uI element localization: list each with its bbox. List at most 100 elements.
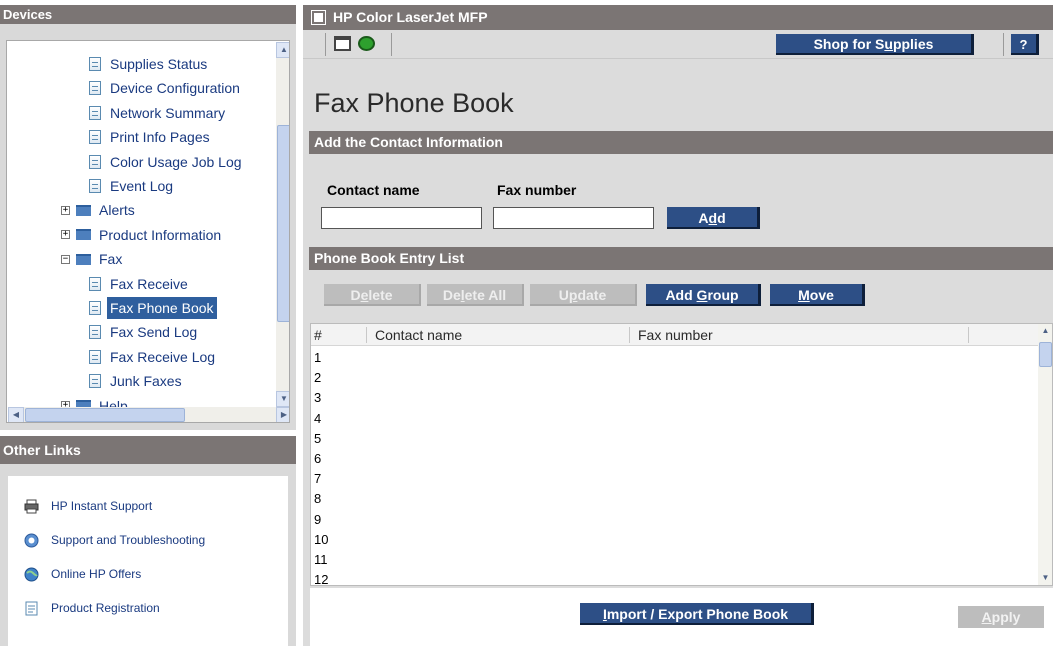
link-product-registration[interactable]: Product Registration bbox=[24, 598, 160, 618]
fax-number-input[interactable] bbox=[493, 207, 654, 229]
scroll-left-arrow-icon[interactable]: ◀ bbox=[8, 407, 24, 422]
list-row-number[interactable]: 7 bbox=[314, 471, 321, 487]
collapse-icon[interactable]: − bbox=[61, 254, 70, 264]
tree-item[interactable]: + Product Information bbox=[61, 224, 224, 246]
tree-item[interactable]: − Fax bbox=[61, 248, 125, 270]
globe-icon bbox=[24, 567, 39, 581]
other-links-title: Other Links bbox=[0, 436, 296, 464]
tree-hscroll-thumb[interactable] bbox=[25, 408, 185, 422]
support-globe-icon bbox=[24, 533, 39, 547]
tree-item[interactable]: Fax Receive Log bbox=[89, 346, 218, 368]
printer-icon bbox=[24, 499, 39, 513]
tree-item[interactable]: Event Log bbox=[89, 175, 176, 197]
tree-item-label: Supplies Status bbox=[110, 56, 208, 72]
list-scroll-thumb[interactable] bbox=[1039, 342, 1052, 367]
button-label-accel: u bbox=[884, 36, 893, 52]
list-row-number[interactable]: 11 bbox=[314, 552, 328, 568]
list-row-number[interactable]: 5 bbox=[314, 431, 321, 447]
scroll-down-arrow-icon[interactable]: ▼ bbox=[1038, 571, 1052, 585]
button-label-post: date bbox=[577, 287, 607, 303]
tree-item[interactable]: Color Usage Job Log bbox=[89, 151, 245, 173]
button-label-pre: Shop for S bbox=[813, 36, 885, 52]
tree-item-label: Fax Send Log bbox=[110, 324, 198, 341]
list-row-number[interactable]: 9 bbox=[314, 512, 321, 528]
other-links-panel: Other Links HP Instant Support Support a… bbox=[0, 436, 296, 646]
column-header-number[interactable]: # bbox=[314, 324, 322, 346]
delete-button[interactable]: Delete bbox=[324, 284, 421, 306]
link-label: Product Registration bbox=[51, 601, 160, 615]
folder-icon bbox=[76, 229, 91, 241]
list-row-number[interactable]: 4 bbox=[314, 411, 321, 427]
tree-item[interactable]: Fax Phone Book bbox=[89, 297, 217, 319]
list-row-number[interactable]: 6 bbox=[314, 451, 321, 467]
list-vertical-scrollbar[interactable]: ▲ ▼ bbox=[1038, 324, 1052, 585]
add-button[interactable]: Add bbox=[667, 207, 760, 229]
column-divider bbox=[629, 327, 630, 343]
phone-book-list-section-header: Phone Book Entry List bbox=[309, 247, 1053, 270]
button-label-post: pply bbox=[991, 609, 1021, 625]
document-icon bbox=[25, 601, 38, 615]
scroll-down-arrow-icon[interactable]: ▼ bbox=[276, 391, 289, 407]
list-row-number[interactable]: 2 bbox=[314, 370, 321, 386]
page-icon bbox=[89, 154, 101, 169]
list-row-number[interactable]: 1 bbox=[314, 350, 321, 366]
update-button[interactable]: Update bbox=[530, 284, 637, 306]
link-support-troubleshooting[interactable]: Support and Troubleshooting bbox=[24, 530, 205, 550]
tree-item[interactable]: Supplies Status bbox=[89, 53, 210, 75]
printer-icon bbox=[312, 11, 325, 24]
refresh-icon[interactable] bbox=[358, 36, 375, 51]
button-label-pre: A bbox=[698, 210, 709, 226]
delete-all-button[interactable]: Delete All bbox=[427, 284, 524, 306]
button-label-post: mport / Export Phone Book bbox=[606, 606, 789, 622]
link-hp-instant-support[interactable]: HP Instant Support bbox=[24, 496, 152, 516]
scroll-up-arrow-icon[interactable]: ▲ bbox=[1038, 324, 1052, 340]
link-online-hp-offers[interactable]: Online HP Offers bbox=[24, 564, 141, 584]
phone-book-entry-list[interactable]: # Contact name Fax number ▲ ▼ 1234567891… bbox=[310, 323, 1053, 586]
tree-scroll-thumb[interactable] bbox=[277, 125, 289, 322]
main-content: HP Color LaserJet MFP Shop for Supplies … bbox=[303, 5, 1053, 646]
tree-item-label: Network Summary bbox=[110, 104, 226, 121]
button-label-accel: A bbox=[981, 609, 992, 625]
page-icon bbox=[89, 301, 101, 315]
scroll-up-arrow-icon[interactable]: ▲ bbox=[276, 42, 289, 58]
device-tree[interactable]: + Help Junk Faxes Fax Receive Log Fax Send L… bbox=[6, 40, 290, 423]
tree-item[interactable]: + Alerts bbox=[61, 199, 138, 221]
list-row-number[interactable]: 12 bbox=[314, 572, 328, 585]
column-header-fax-number[interactable]: Fax number bbox=[638, 324, 713, 346]
tree-item[interactable]: Network Summary bbox=[89, 102, 228, 124]
column-header-contact-name[interactable]: Contact name bbox=[375, 324, 462, 346]
footer-bar: Import / Export Phone Book Apply bbox=[310, 588, 1053, 646]
tree-item-label: Junk Faxes bbox=[110, 373, 182, 390]
print-icon[interactable] bbox=[334, 36, 351, 51]
contact-name-input[interactable] bbox=[321, 207, 482, 229]
tree-item-label: Event Log bbox=[110, 178, 174, 194]
tree-item[interactable]: Fax Receive bbox=[89, 273, 191, 295]
button-label-post: ete All bbox=[464, 287, 507, 303]
fax-number-label: Fax number bbox=[497, 182, 577, 198]
devices-panel-title: Devices bbox=[0, 5, 296, 24]
shop-for-supplies-button[interactable]: Shop for Supplies bbox=[776, 34, 974, 55]
tree-item[interactable]: Junk Faxes bbox=[89, 370, 185, 392]
help-button[interactable]: ? bbox=[1011, 34, 1039, 55]
tree-item-label: Fax bbox=[99, 251, 123, 268]
list-row-number[interactable]: 3 bbox=[314, 390, 321, 406]
tree-item[interactable]: Device Configuration bbox=[89, 77, 243, 99]
link-label: Online HP Offers bbox=[51, 567, 142, 581]
expand-icon[interactable]: + bbox=[61, 230, 70, 240]
scroll-right-arrow-icon[interactable]: ▶ bbox=[276, 407, 289, 422]
button-label-accel: d bbox=[708, 210, 718, 226]
page-icon bbox=[89, 81, 101, 96]
button-label-pre: U bbox=[558, 287, 569, 303]
apply-button[interactable]: Apply bbox=[958, 606, 1044, 628]
expand-icon[interactable]: + bbox=[61, 205, 70, 215]
add-group-button[interactable]: Add Group bbox=[646, 284, 761, 306]
import-export-phone-book-button[interactable]: Import / Export Phone Book bbox=[580, 603, 814, 625]
tree-item[interactable]: Fax Send Log bbox=[89, 321, 200, 343]
move-button[interactable]: Move bbox=[770, 284, 865, 306]
list-row-number[interactable]: 10 bbox=[314, 532, 328, 548]
tree-horizontal-scrollbar[interactable]: ◀ ▶ bbox=[8, 407, 289, 422]
tree-item[interactable]: Print Info Pages bbox=[89, 126, 213, 148]
device-title-bar: HP Color LaserJet MFP bbox=[303, 5, 1053, 30]
tree-vertical-scrollbar[interactable]: ▲ ▼ bbox=[276, 42, 289, 407]
list-row-number[interactable]: 8 bbox=[314, 491, 321, 507]
